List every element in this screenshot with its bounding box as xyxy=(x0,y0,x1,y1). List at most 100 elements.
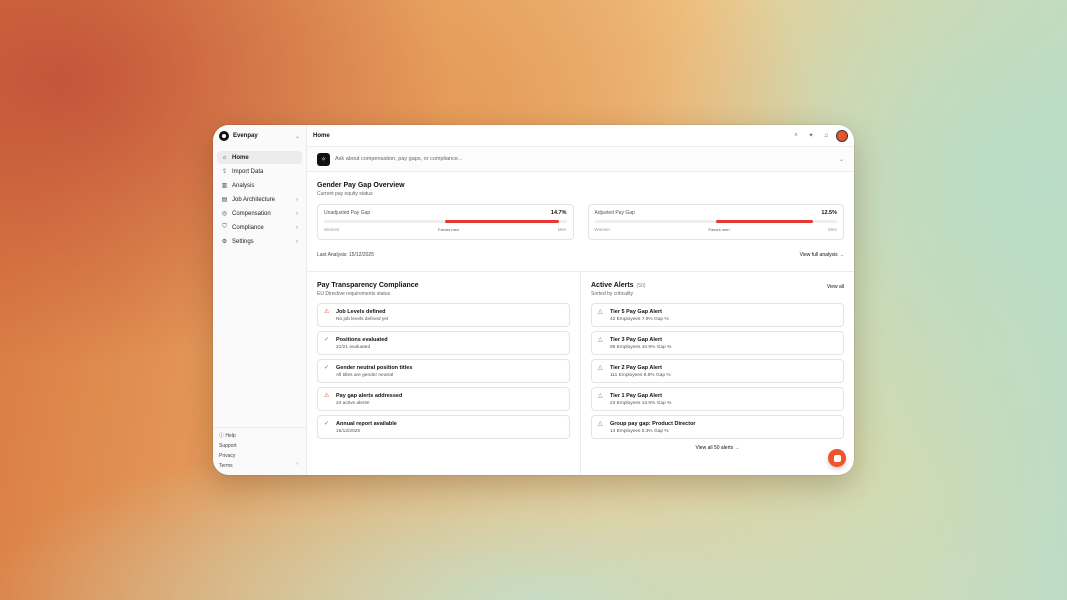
app-window: Evenpay ⌄ ⌂ Home ⇪ Import Data ▥ Analysi… xyxy=(213,125,854,475)
item-title: Tier 3 Pay Gap Alert xyxy=(610,337,662,343)
sidebar-item-label: Compliance xyxy=(232,224,264,231)
men-label: Men xyxy=(828,227,837,232)
alerts-panel: Active Alerts (50) Sorted by criticality … xyxy=(580,272,854,475)
sidebar-item-label: Job Architecture xyxy=(232,196,276,203)
sidebar-item-home[interactable]: ⌂ Home xyxy=(217,151,302,164)
adjusted-gap-fill xyxy=(715,220,813,223)
page-title: Home xyxy=(313,132,330,139)
alerts-list: △ Tier 5 Pay Gap Alert 42 Employees 7.9% … xyxy=(591,303,844,439)
sidebar-item-analysis[interactable]: ▥ Analysis xyxy=(217,179,302,192)
item-desc: 95 Employees 10.9% Gap % xyxy=(610,345,672,350)
chat-icon xyxy=(833,454,841,462)
terms-link[interactable]: Terms xyxy=(219,463,300,469)
compliance-subtitle: EU Directive requirements status xyxy=(317,291,391,297)
chevron-right-icon: › xyxy=(296,238,298,245)
item-desc: 15/12/2025 xyxy=(336,429,361,434)
top-bar: Home ⌕ ✦ ♫ xyxy=(307,125,854,147)
men-label: Men xyxy=(557,227,567,232)
search-icon[interactable]: ⌕ xyxy=(790,130,802,142)
compliance-panel: Pay Transparency Compliance EU Directive… xyxy=(307,272,580,475)
list-item[interactable]: ✓ Annual report available 15/12/2025 xyxy=(317,415,570,439)
view-full-analysis-link[interactable]: View full analysis → xyxy=(800,252,844,258)
alerts-title-row: Active Alerts (50) xyxy=(591,282,645,289)
sidebar-item-label: Import Data xyxy=(232,168,264,175)
ask-bar[interactable]: ✧ Ask about compensation, pay gaps, or c… xyxy=(307,147,854,172)
alerts-subtitle: Sorted by criticality xyxy=(591,291,633,297)
item-title: Tier 5 Pay Gap Alert xyxy=(610,309,662,315)
chart-icon: ▥ xyxy=(221,183,228,189)
adjusted-gap-value: 12.5% xyxy=(821,210,837,216)
list-item[interactable]: ⚠ Job Levels defined No job levels define… xyxy=(317,303,570,327)
gap-cards: Unadjusted Pay Gap 14.7% Women Favors me… xyxy=(317,204,844,240)
privacy-link[interactable]: Privacy xyxy=(219,453,300,459)
org-name: Evenpay xyxy=(233,133,258,139)
sidebar-item-compensation[interactable]: ◎ Compensation › xyxy=(217,207,302,220)
warning-icon: ⚠ xyxy=(324,393,330,399)
collapse-sidebar-icon[interactable]: ‹ xyxy=(296,461,298,467)
list-item[interactable]: △ Tier 5 Pay Gap Alert 42 Employees 7.9% … xyxy=(591,303,844,327)
check-circle-icon: ✓ xyxy=(324,365,330,371)
alert-triangle-icon: △ xyxy=(598,365,603,371)
item-desc: No job levels defined yet xyxy=(336,317,389,322)
ask-input[interactable]: Ask about compensation, pay gaps, or com… xyxy=(335,156,834,162)
chevron-right-icon: › xyxy=(296,210,298,217)
item-desc: 14 Employees 5.3% Gap % xyxy=(610,429,669,434)
overview-title: Gender Pay Gap Overview xyxy=(317,182,405,189)
bell-icon[interactable]: ♫ xyxy=(820,130,832,142)
sidebar-item-job-architecture[interactable]: ▤ Job Architecture › xyxy=(217,193,302,206)
sidebar-item-label: Settings xyxy=(232,238,254,245)
list-item[interactable]: ⚠ Pay gap alerts addressed 24 active aler… xyxy=(317,387,570,411)
list-item[interactable]: ✓ Positions evaluated 21/21 evaluated xyxy=(317,331,570,355)
alert-triangle-icon: △ xyxy=(598,309,603,315)
sidebar-item-compliance[interactable]: ⛉ Compliance › xyxy=(217,221,302,234)
list-item[interactable]: △ Tier 1 Pay Gap Alert 23 Employees 13.5%… xyxy=(591,387,844,411)
chevron-right-icon: › xyxy=(296,224,298,231)
item-title: Group pay gap: Product Director xyxy=(610,421,696,427)
pay-gap-overview: Gender Pay Gap Overview Current pay equi… xyxy=(307,172,854,272)
favors-label: Favors men xyxy=(438,227,460,232)
sidebar-item-import-data[interactable]: ⇪ Import Data xyxy=(217,165,302,178)
unadjusted-gap-value: 14.7% xyxy=(550,210,567,216)
adjusted-gap-bar xyxy=(594,220,837,223)
lower-panels: Pay Transparency Compliance EU Directive… xyxy=(307,272,854,475)
unadjusted-gap-bar xyxy=(324,220,567,223)
support-link[interactable]: Support xyxy=(219,443,300,449)
item-title: Tier 1 Pay Gap Alert xyxy=(610,393,662,399)
list-item[interactable]: △ Tier 3 Pay Gap Alert 95 Employees 10.9%… xyxy=(591,331,844,355)
alert-triangle-icon: △ xyxy=(598,393,603,399)
unadjusted-gap-fill xyxy=(445,220,560,223)
item-title: Pay gap alerts addressed xyxy=(336,393,403,399)
sidebar-item-settings[interactable]: ⚙ Settings › xyxy=(217,235,302,248)
compliance-list: ⚠ Job Levels defined No job levels define… xyxy=(317,303,570,439)
view-all-50-alerts-link[interactable]: View all 50 alerts → xyxy=(591,445,844,451)
list-item[interactable]: ✓ Gender neutral position titles All titl… xyxy=(317,359,570,383)
item-desc: All titles are gender neutral xyxy=(336,373,394,378)
org-switcher[interactable]: Evenpay ⌄ xyxy=(213,125,306,147)
list-item[interactable]: △ Tier 2 Pay Gap Alert 111 Employees 9.8%… xyxy=(591,359,844,383)
help-link[interactable]: ⓘ Help xyxy=(219,432,300,439)
unadjusted-gap-label: Unadjusted Pay Gap xyxy=(324,210,371,216)
adjusted-gap-label: Adjusted Pay Gap xyxy=(594,210,635,216)
last-analysis: Last Analysis: 15/12/2025 xyxy=(317,252,374,258)
view-all-alerts-link[interactable]: View all xyxy=(827,284,844,290)
upload-icon: ⇪ xyxy=(221,169,228,175)
avatar[interactable] xyxy=(836,129,848,142)
item-title: Positions evaluated xyxy=(336,337,388,343)
overview-subtitle: Current pay equity status xyxy=(317,191,373,197)
chevron-down-icon[interactable]: ⌄ xyxy=(839,156,844,163)
item-desc: 42 Employees 7.9% Gap % xyxy=(610,317,669,322)
chat-button[interactable] xyxy=(828,449,846,467)
sparkle-icon[interactable]: ✦ xyxy=(805,130,817,142)
sidebar-item-label: Analysis xyxy=(232,182,255,189)
list-item[interactable]: △ Group pay gap: Product Director 14 Empl… xyxy=(591,415,844,439)
check-circle-icon: ✓ xyxy=(324,421,330,427)
item-title: Annual report available xyxy=(336,421,397,427)
item-desc: 111 Employees 9.8% Gap % xyxy=(610,373,671,378)
check-circle-icon: ✓ xyxy=(324,337,330,343)
sidebar: Evenpay ⌄ ⌂ Home ⇪ Import Data ▥ Analysi… xyxy=(213,125,307,475)
briefcase-icon: ▤ xyxy=(221,197,228,203)
sidebar-item-label: Compensation xyxy=(232,210,271,217)
sidebar-item-label: Home xyxy=(232,154,249,161)
alerts-count: (50) xyxy=(636,283,646,289)
women-label: Women xyxy=(324,227,340,232)
